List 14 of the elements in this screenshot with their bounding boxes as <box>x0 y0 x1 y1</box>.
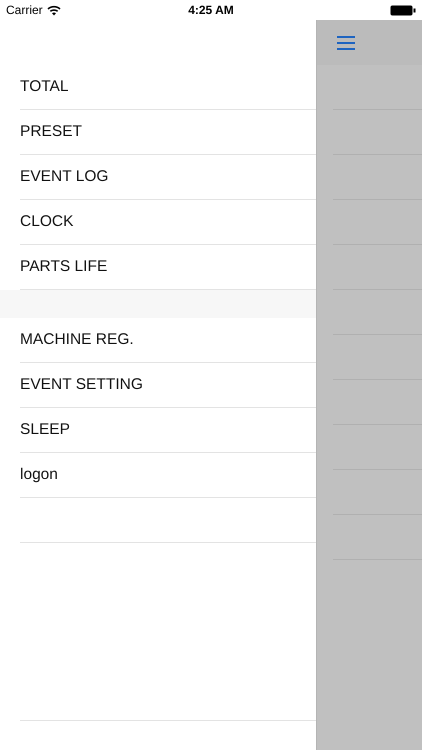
menu-item[interactable]: PRESET <box>20 123 82 141</box>
menu-item[interactable]: PARTS LIFE <box>20 258 108 276</box>
carrier-label: Carrier <box>6 3 43 17</box>
menu-icon[interactable] <box>337 36 355 50</box>
menu-item[interactable]: TOTAL <box>20 78 69 96</box>
wifi-icon <box>46 4 61 16</box>
status-time: 4:25 AM <box>188 3 234 17</box>
battery-icon <box>390 4 416 16</box>
menu-item[interactable]: EVENT LOG <box>20 168 108 186</box>
menu-item[interactable]: EVENT SETTING <box>20 376 143 394</box>
menu-item[interactable]: SLEEP <box>20 421 70 439</box>
menu-item[interactable]: MACHINE REG. <box>20 331 134 349</box>
menu-item[interactable]: logon <box>20 466 58 484</box>
menu-item[interactable]: CLOCK <box>20 213 74 231</box>
